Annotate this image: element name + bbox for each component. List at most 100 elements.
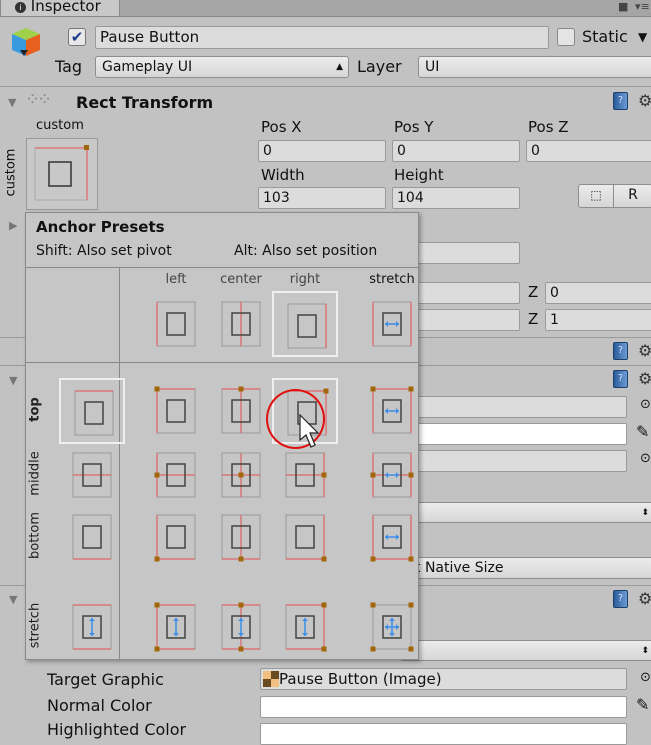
- help-book-icon[interactable]: ?: [613, 590, 628, 608]
- shift-hint: Shift: Also set pivot: [36, 243, 172, 259]
- gear-icon[interactable]: ⚙: [638, 589, 651, 608]
- tag-dropdown[interactable]: Gameplay UI ▲: [95, 56, 349, 78]
- height-label: Height: [394, 166, 444, 184]
- help-book-icon[interactable]: ?: [613, 370, 628, 388]
- target-graphic-label: Target Graphic: [47, 670, 164, 689]
- rect-transform-icon: ⁘⁘: [25, 89, 52, 110]
- dotted-rect-icon: ⬚: [590, 188, 602, 202]
- anchor-label: custom: [36, 118, 84, 133]
- anchor-preset-middle-right[interactable]: [272, 442, 338, 508]
- gear-icon[interactable]: ⚙: [638, 341, 651, 360]
- anchor-preset-middle-left[interactable]: [143, 442, 209, 508]
- anchor-preset-top-left[interactable]: [143, 378, 209, 444]
- pos-x-label: Pos X: [261, 118, 302, 136]
- static-checkbox[interactable]: [557, 28, 575, 46]
- pos-x-field[interactable]: 0: [258, 140, 386, 162]
- anchor-preset-bottom-left[interactable]: [143, 504, 209, 570]
- layer-dropdown[interactable]: UI: [418, 56, 651, 78]
- divider: [26, 362, 418, 363]
- row-label-stretch: stretch: [27, 602, 43, 649]
- anchor-preset-bottom-center[interactable]: [208, 504, 274, 570]
- pos-y-field[interactable]: 0: [392, 140, 520, 162]
- tab-inspector[interactable]: i Inspector: [0, 0, 120, 17]
- native-size-label: t Native Size: [415, 560, 504, 576]
- tag-label: Tag: [55, 57, 83, 76]
- name-field[interactable]: Pause Button: [95, 26, 549, 49]
- normal-color-field[interactable]: [260, 696, 627, 718]
- anchor-preset-stretch-left[interactable]: [143, 594, 209, 660]
- anchor-preset-any-center[interactable]: [208, 291, 274, 357]
- height-field[interactable]: 104: [392, 187, 520, 209]
- anchor-preset-middle-any[interactable]: [59, 442, 125, 508]
- anchor-preset-bottom-any[interactable]: [59, 504, 125, 570]
- static-label: Static: [582, 27, 628, 46]
- raw-button-label: R: [628, 187, 638, 203]
- active-checkbox[interactable]: ✔: [68, 28, 86, 46]
- gameobject-icon: [10, 26, 42, 58]
- scale-z-field[interactable]: 1: [545, 309, 651, 331]
- divider: [0, 86, 651, 87]
- width-label: Width: [261, 166, 305, 184]
- anchor-preset-top-stretch[interactable]: [359, 378, 425, 444]
- scale-z-label: Z: [528, 310, 539, 328]
- anchor-preset-any-right[interactable]: [272, 291, 338, 357]
- image-type-dropdown[interactable]: ⬍: [400, 502, 651, 523]
- anchor-preset-middle-center[interactable]: [208, 442, 274, 508]
- rotation-z-field[interactable]: 0: [545, 282, 651, 304]
- updown-icon: ⬍: [641, 646, 649, 656]
- target-graphic-field[interactable]: Pause Button (Image): [260, 668, 627, 690]
- pos-z-label: Pos Z: [528, 118, 569, 136]
- gear-icon[interactable]: ⚙: [638, 91, 651, 110]
- foldout-expanded-icon[interactable]: ▼: [9, 593, 17, 606]
- foldout-expanded-icon[interactable]: ▼: [9, 374, 17, 387]
- object-picker-icon[interactable]: ⊙: [640, 397, 651, 412]
- static-dropdown-arrow[interactable]: ▼: [638, 30, 647, 44]
- sprite-field[interactable]: [400, 396, 627, 418]
- anchor-preset-any-stretch[interactable]: [359, 291, 425, 357]
- alt-hint: Alt: Also set position: [234, 243, 378, 259]
- blueprint-mode-button[interactable]: ⬚: [578, 184, 614, 208]
- anchor-preset-bottom-stretch[interactable]: [359, 504, 425, 570]
- column-label-left: left: [165, 272, 187, 287]
- help-book-icon[interactable]: ?: [613, 342, 628, 360]
- anchor-preset-stretch-any[interactable]: [59, 594, 125, 660]
- transition-dropdown[interactable]: ⬍: [400, 640, 651, 661]
- anchor-preset-middle-stretch[interactable]: [359, 442, 425, 508]
- anchor-preset-stretch-stretch[interactable]: [359, 594, 425, 660]
- raw-edit-button[interactable]: R: [613, 184, 651, 208]
- pos-z-field[interactable]: 0: [526, 140, 651, 162]
- object-picker-icon[interactable]: ⊙: [640, 670, 651, 685]
- target-graphic-value: Pause Button (Image): [279, 670, 442, 688]
- anchor-preset-bottom-right[interactable]: [272, 504, 338, 570]
- help-book-icon[interactable]: ?: [613, 92, 628, 110]
- set-native-size-button[interactable]: t Native Size: [400, 557, 651, 579]
- tab-menu-icon[interactable]: ▾≡: [635, 0, 650, 13]
- eyedropper-icon[interactable]: ✎: [636, 422, 649, 441]
- row-label-middle: middle: [27, 451, 43, 496]
- pos-y-label: Pos Y: [394, 118, 434, 136]
- gear-icon[interactable]: ⚙: [638, 369, 651, 388]
- anchor-preset-stretch-right[interactable]: [272, 594, 338, 660]
- anchor-preset-stretch-center[interactable]: [208, 594, 274, 660]
- foldout-expanded-icon[interactable]: ▼: [8, 96, 16, 109]
- anchor-preset-top-any[interactable]: [59, 378, 125, 444]
- row-label-top: top: [27, 397, 43, 422]
- highlighted-color-field[interactable]: [260, 723, 627, 745]
- layer-label: Layer: [357, 57, 402, 76]
- foldout-collapsed-icon[interactable]: ▶: [9, 219, 17, 232]
- updown-icon: ⬍: [641, 508, 649, 518]
- material-field[interactable]: [400, 450, 627, 472]
- normal-color-label: Normal Color: [47, 696, 152, 715]
- anchor-preset-top-center[interactable]: [208, 378, 274, 444]
- width-field[interactable]: 103: [258, 187, 386, 209]
- component-title: Rect Transform: [76, 93, 214, 112]
- anchor-preset-any-left[interactable]: [143, 291, 209, 357]
- lock-icon[interactable]: ■: [618, 0, 628, 13]
- image-icon: [263, 671, 279, 687]
- anchor-preset-button[interactable]: [26, 138, 98, 210]
- object-picker-icon[interactable]: ⊙: [640, 451, 651, 466]
- anchor-presets-popup: Anchor Presets Shift: Also set pivot Alt…: [25, 212, 419, 660]
- color-field[interactable]: [400, 423, 627, 445]
- eyedropper-icon[interactable]: ✎: [636, 695, 649, 714]
- mouse-cursor-icon: [299, 414, 320, 448]
